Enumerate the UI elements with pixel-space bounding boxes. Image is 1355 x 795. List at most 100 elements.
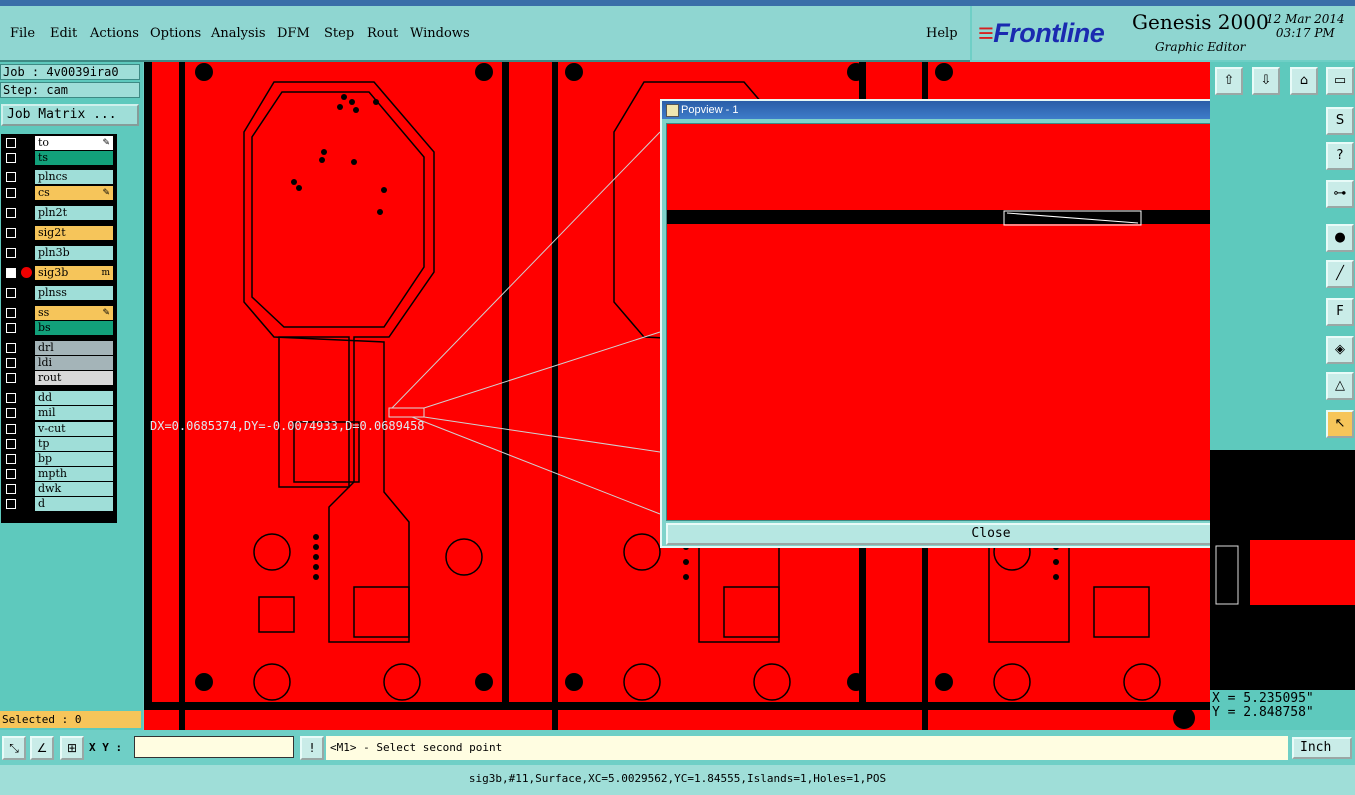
layer-name[interactable]: v-cut: [35, 422, 113, 436]
layer-name[interactable]: plnss: [35, 286, 113, 300]
menu-windows[interactable]: Windows: [410, 26, 470, 41]
layer-row-bp[interactable]: bp: [3, 452, 115, 466]
feature-icon[interactable]: F: [1326, 298, 1354, 326]
layer-checkbox[interactable]: [6, 358, 16, 368]
menu-actions[interactable]: Actions: [90, 26, 139, 41]
download-icon[interactable]: ⇩: [1252, 67, 1280, 95]
layer-name[interactable]: bp: [35, 452, 113, 466]
layer-row-to[interactable]: to ✎: [3, 136, 115, 150]
upload-icon[interactable]: ⇧: [1215, 67, 1243, 95]
help-icon[interactable]: ?: [1326, 142, 1354, 170]
menu-file[interactable]: File: [10, 26, 35, 41]
layer-row-cs[interactable]: cs ✎: [3, 186, 115, 200]
layer-name[interactable]: drl: [35, 341, 113, 355]
shapes-icon[interactable]: ◈: [1326, 336, 1354, 364]
overview-map[interactable]: [1210, 450, 1355, 690]
menu-help[interactable]: Help: [926, 26, 958, 41]
layer-checkbox[interactable]: [6, 323, 16, 333]
layer-checkbox[interactable]: [6, 484, 16, 494]
layer-row-rout[interactable]: rout: [3, 371, 115, 385]
layer-row-pln2t[interactable]: pln2t: [3, 206, 115, 220]
layer-checkbox[interactable]: [6, 469, 16, 479]
window-icon[interactable]: ▭: [1326, 67, 1354, 95]
layer-name[interactable]: dd: [35, 391, 113, 405]
netlist-icon[interactable]: ⊶: [1326, 180, 1354, 208]
layer-row-mil[interactable]: mil: [3, 406, 115, 420]
snap-icon[interactable]: ⤡: [2, 736, 26, 760]
menu-analysis[interactable]: Analysis: [211, 26, 266, 41]
layer-row-sig2t[interactable]: sig2t: [3, 226, 115, 240]
layer-row-bs[interactable]: bs: [3, 321, 115, 335]
layer-row-ss[interactable]: ss ✎: [3, 306, 115, 320]
layer-row-ldi[interactable]: ldi: [3, 356, 115, 370]
menu-bar: File Edit Actions Options Analysis DFM S…: [0, 6, 970, 62]
layer-name[interactable]: cs ✎: [35, 186, 113, 200]
layer-checkbox[interactable]: [6, 208, 16, 218]
layer-checkbox[interactable]: [6, 248, 16, 258]
arc-icon[interactable]: △: [1326, 372, 1354, 400]
layer-name[interactable]: ts: [35, 151, 113, 165]
pad-icon[interactable]: ●: [1326, 224, 1354, 252]
layer-row-tp[interactable]: tp: [3, 437, 115, 451]
layer-checkbox[interactable]: [6, 424, 16, 434]
step-icon[interactable]: S: [1326, 107, 1354, 135]
layer-row-plncs[interactable]: plncs: [3, 170, 115, 184]
layer-checkbox[interactable]: [6, 138, 16, 148]
layer-name[interactable]: dwk: [35, 482, 113, 496]
layer-name[interactable]: ldi: [35, 356, 113, 370]
layer-row-drl[interactable]: drl: [3, 341, 115, 355]
layer-name[interactable]: d: [35, 497, 113, 511]
layer-checkbox[interactable]: [6, 188, 16, 198]
layer-name[interactable]: mil: [35, 406, 113, 420]
popview-title: Popview - 1: [681, 104, 739, 116]
select-icon[interactable]: ↖: [1326, 410, 1354, 438]
layer-checkbox[interactable]: [6, 228, 16, 238]
layer-name[interactable]: rout: [35, 371, 113, 385]
layer-checkbox[interactable]: [6, 172, 16, 182]
layer-row-dwk[interactable]: dwk: [3, 482, 115, 496]
layer-row-mpth[interactable]: mpth: [3, 467, 115, 481]
unit-selector[interactable]: Inch: [1292, 737, 1352, 759]
home-icon[interactable]: ⌂: [1290, 67, 1318, 95]
grid-icon[interactable]: ⊞: [60, 736, 84, 760]
layer-row-pln3b[interactable]: pln3b: [3, 246, 115, 260]
layer-row-ts[interactable]: ts: [3, 151, 115, 165]
layer-name[interactable]: to ✎: [35, 136, 113, 150]
layer-name[interactable]: bs: [35, 321, 113, 335]
layer-checkbox[interactable]: [6, 499, 16, 509]
layer-row-d[interactable]: d: [3, 497, 115, 511]
job-matrix-button[interactable]: Job Matrix ...: [1, 104, 139, 126]
layer-checkbox[interactable]: [6, 439, 16, 449]
layer-checkbox[interactable]: [6, 343, 16, 353]
layer-name[interactable]: pln3b: [35, 246, 113, 260]
menu-options[interactable]: Options: [150, 26, 201, 41]
angle-icon[interactable]: ∠: [30, 736, 54, 760]
layer-row-sig3b[interactable]: sig3b m: [3, 266, 115, 280]
info-icon[interactable]: !: [300, 736, 324, 760]
layer-checkbox[interactable]: [6, 408, 16, 418]
layer-checkbox[interactable]: [6, 153, 16, 163]
layer-row-v-cut[interactable]: v-cut: [3, 422, 115, 436]
menu-step[interactable]: Step: [324, 26, 354, 41]
layer-name[interactable]: pln2t: [35, 206, 113, 220]
layer-checkbox[interactable]: [6, 288, 16, 298]
layer-checkbox[interactable]: [6, 308, 16, 318]
xy-input[interactable]: [134, 736, 294, 758]
layer-name[interactable]: mpth: [35, 467, 113, 481]
layer-name[interactable]: plncs: [35, 170, 113, 184]
layer-checkbox[interactable]: [6, 268, 16, 278]
popview-canvas[interactable]: [666, 123, 1282, 521]
layer-name[interactable]: sig3b m: [35, 266, 113, 280]
layer-row-dd[interactable]: dd: [3, 391, 115, 405]
layer-name[interactable]: sig2t: [35, 226, 113, 240]
line-icon[interactable]: ╱: [1326, 260, 1354, 288]
layer-checkbox[interactable]: [6, 393, 16, 403]
layer-checkbox[interactable]: [6, 373, 16, 383]
layer-name[interactable]: tp: [35, 437, 113, 451]
menu-dfm[interactable]: DFM: [277, 26, 310, 41]
menu-edit[interactable]: Edit: [50, 26, 77, 41]
menu-rout[interactable]: Rout: [367, 26, 398, 41]
layer-row-plnss[interactable]: plnss: [3, 286, 115, 300]
layer-name[interactable]: ss ✎: [35, 306, 113, 320]
layer-checkbox[interactable]: [6, 454, 16, 464]
